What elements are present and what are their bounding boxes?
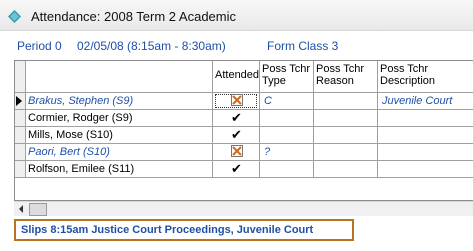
student-name[interactable]: Paori, Bert (S10) bbox=[26, 144, 213, 161]
window-title: Attendance: 2008 Term 2 Academic bbox=[31, 9, 236, 24]
title-bar: Attendance: 2008 Term 2 Academic bbox=[0, 0, 473, 31]
type-cell[interactable] bbox=[260, 161, 314, 178]
slip-info-box: Slips 8:15am Justice Court Proceedings, … bbox=[14, 219, 354, 241]
attended-checkbox[interactable]: ✔ bbox=[213, 127, 260, 144]
reason-cell[interactable] bbox=[314, 161, 378, 178]
form-class-label: Form Class 3 bbox=[267, 39, 339, 53]
row-selector-current[interactable] bbox=[15, 93, 26, 110]
absent-x-icon bbox=[231, 145, 243, 157]
check-icon: ✔ bbox=[231, 110, 242, 125]
corner-header bbox=[15, 61, 26, 93]
current-row-arrow-icon bbox=[16, 96, 22, 106]
attendance-app-icon bbox=[8, 10, 21, 23]
student-name[interactable]: Mills, Mose (S10) bbox=[26, 127, 213, 144]
reason-cell[interactable] bbox=[314, 93, 378, 110]
check-icon: ✔ bbox=[231, 161, 242, 176]
reason-cell[interactable] bbox=[314, 144, 378, 161]
student-name[interactable]: Brakus, Stephen (S9) bbox=[26, 93, 213, 110]
reason-cell[interactable] bbox=[314, 110, 378, 127]
type-column-header[interactable]: Poss Tchr Type bbox=[260, 61, 314, 93]
attended-checkbox[interactable]: ✔ bbox=[213, 161, 260, 178]
student-name[interactable]: Rolfson, Emilee (S11) bbox=[26, 161, 213, 178]
attended-column-header[interactable]: Attended bbox=[213, 61, 260, 93]
row-selector[interactable] bbox=[15, 161, 26, 178]
type-cell[interactable] bbox=[260, 110, 314, 127]
student-name-text: Brakus, Stephen (S9) bbox=[28, 95, 134, 107]
period-label: Period 0 bbox=[17, 39, 62, 53]
name-column-header[interactable] bbox=[26, 61, 213, 93]
description-cell[interactable]: Juvenile Court bbox=[378, 93, 473, 110]
attended-checkbox[interactable] bbox=[213, 93, 260, 110]
reason-cell[interactable] bbox=[314, 127, 378, 144]
description-cell[interactable] bbox=[378, 127, 473, 144]
scroll-thumb[interactable] bbox=[29, 203, 47, 216]
row-selector[interactable] bbox=[15, 144, 26, 161]
horizontal-scrollbar[interactable] bbox=[14, 201, 473, 216]
reason-column-header[interactable]: Poss Tchr Reason bbox=[314, 61, 378, 93]
row-selector[interactable] bbox=[15, 127, 26, 144]
description-cell[interactable] bbox=[378, 161, 473, 178]
attendance-grid[interactable]: Attended Poss Tchr Type Poss Tchr Reason… bbox=[14, 60, 473, 201]
description-cell[interactable] bbox=[378, 144, 473, 161]
description-column-header[interactable]: Poss Tchr Description bbox=[378, 61, 473, 93]
slip-text: Slips 8:15am Justice Court Proceedings, … bbox=[21, 224, 314, 236]
date-time-label: 02/05/08 (8:15am - 8:30am) bbox=[77, 39, 226, 53]
type-cell[interactable] bbox=[260, 127, 314, 144]
type-cell[interactable]: C bbox=[260, 93, 314, 110]
row-selector[interactable] bbox=[15, 110, 26, 127]
type-cell[interactable]: ? bbox=[260, 144, 314, 161]
description-cell[interactable] bbox=[378, 110, 473, 127]
student-name[interactable]: Cormier, Rodger (S9) bbox=[26, 110, 213, 127]
attended-checkbox[interactable]: ✔ bbox=[213, 110, 260, 127]
attended-checkbox[interactable] bbox=[213, 144, 260, 161]
scroll-left-arrow-icon[interactable] bbox=[16, 204, 27, 215]
absent-x-icon bbox=[231, 94, 243, 106]
check-icon: ✔ bbox=[231, 127, 242, 142]
